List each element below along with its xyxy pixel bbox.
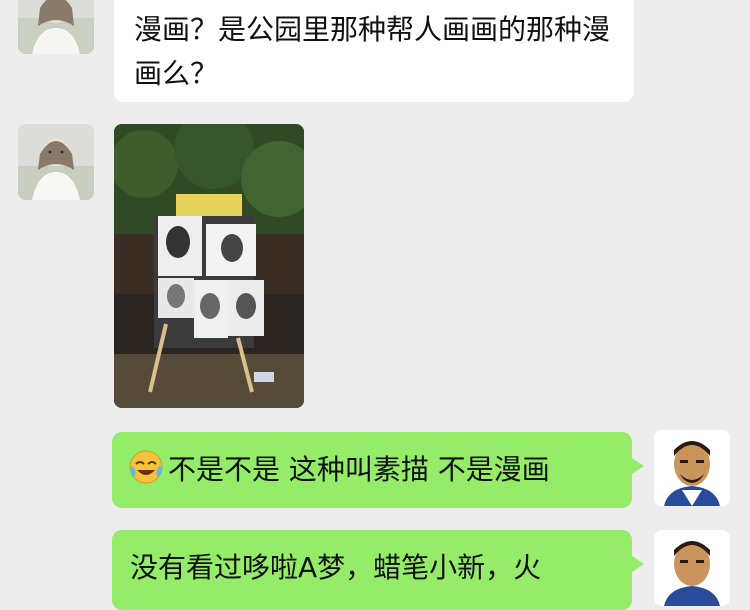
contact-avatar[interactable]	[18, 0, 94, 54]
my-avatar[interactable]	[654, 530, 730, 606]
message-text: 漫画？是公园里那种帮人画画的那种漫画么？	[134, 13, 611, 90]
sketch-easel-photo	[114, 124, 304, 408]
crying-laughing-emoji-icon	[128, 449, 164, 485]
my-avatar[interactable]	[654, 430, 730, 506]
incoming-message-bubble[interactable]: 漫画？是公园里那种帮人画画的那种漫画么？	[114, 0, 634, 102]
message-text: 没有看过哆啦A梦，蜡笔小新，火	[130, 551, 542, 584]
image-message[interactable]	[114, 124, 304, 408]
message-text: 不是不是 这种叫素描 不是漫画	[168, 453, 550, 486]
contact-avatar[interactable]	[18, 124, 94, 200]
outgoing-message-bubble[interactable]: 没有看过哆啦A梦，蜡笔小新，火	[112, 530, 644, 610]
outgoing-message-bubble[interactable]: 不是不是 这种叫素描 不是漫画	[112, 432, 644, 508]
